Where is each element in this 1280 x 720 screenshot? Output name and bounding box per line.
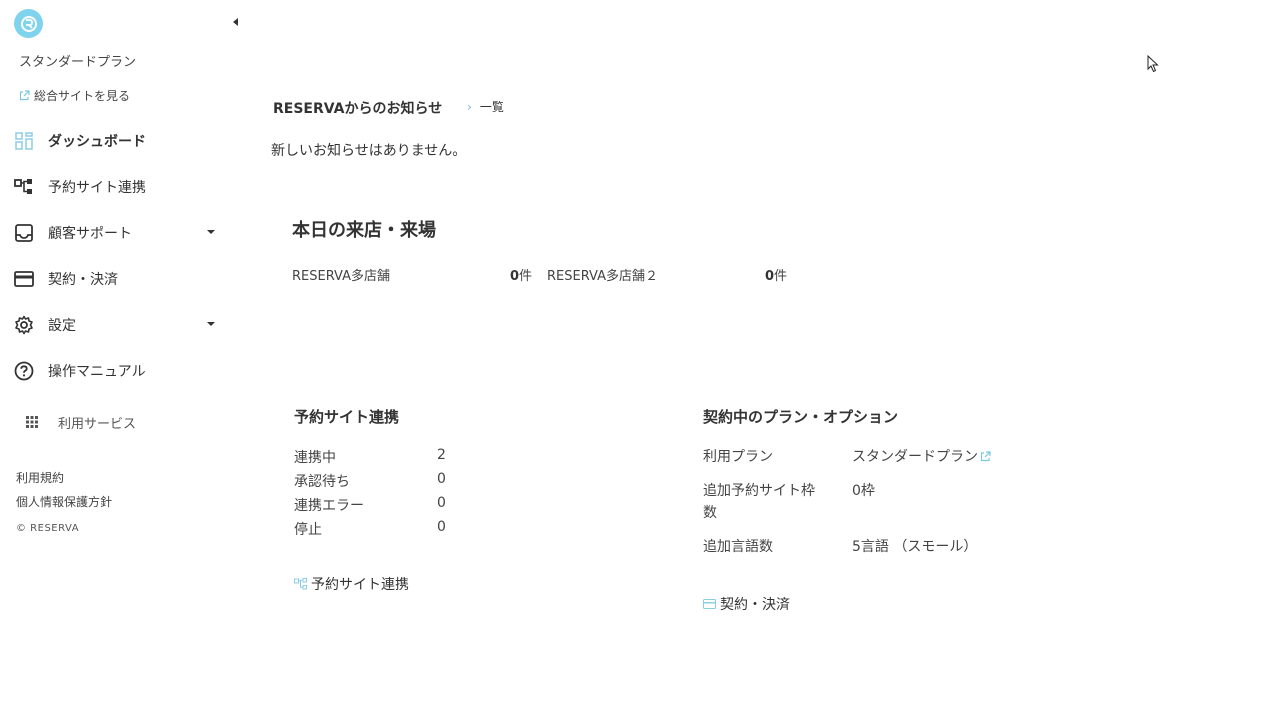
sidebar-item-label: 顧客サポート (48, 226, 132, 242)
extra-languages-label: 追加言語数 (703, 539, 773, 555)
sidebar-collapse-button[interactable] (231, 16, 241, 28)
external-link-icon (19, 90, 30, 101)
today-visits-title: 本日の来店・来場 (292, 220, 436, 241)
sidebar-nav: ダッシュボード 予約サイト連携 顧客サポート 契約・決済 設定 操作マニュアル (0, 118, 245, 394)
sidebar-item-dashboard[interactable]: ダッシュボード (0, 118, 245, 164)
mouse-cursor-icon (1147, 55, 1159, 73)
site-link-status-label: 連携エラー (294, 498, 364, 514)
chevron-right-icon: › (467, 99, 472, 114)
visit-count-unit: 件 (518, 269, 532, 284)
news-empty-message: 新しいお知らせはありません。 (271, 143, 467, 159)
site-link-status-label: 承認待ち (294, 474, 350, 490)
gear-icon (14, 315, 34, 335)
site-link-section-title: 予約サイト連携 (294, 408, 400, 426)
sidebar: スタンダードプラン 総合サイトを見る ダッシュボード 予約サイト連携 顧客サポー… (0, 0, 245, 720)
visit-store-row: RESERVA多店舗 0件 (292, 265, 532, 284)
extra-site-slots-label-line: 数 (703, 505, 717, 521)
news-list-link[interactable]: › 一覧 (467, 98, 504, 115)
sidebar-item-label: 契約・決済 (48, 272, 118, 288)
dashboard-icon (14, 131, 34, 151)
services-label: 利用サービス (58, 417, 137, 432)
extra-languages-value: 5言語 （スモール） (852, 539, 978, 555)
main-content: RESERVAからのお知らせ › 一覧 新しいお知らせはありません。 本日の来店… (245, 0, 1280, 720)
site-link-status-value: 0 (437, 471, 446, 487)
visit-store-row: RESERVA多店舗２ 0件 (547, 265, 787, 284)
privacy-policy-link[interactable]: 個人情報保護方針 (16, 493, 112, 510)
plan-value-link[interactable]: スタンダードプラン (852, 446, 991, 466)
visit-store-count: 0件 (492, 265, 532, 284)
credit-card-icon (14, 269, 34, 289)
sidebar-item-label: 設定 (48, 318, 76, 334)
extra-site-slots-value: 0枠 (852, 483, 875, 499)
chevron-down-icon (207, 322, 215, 326)
caret-left-icon (233, 18, 238, 26)
credit-card-icon (703, 599, 716, 609)
visit-store-name: RESERVA多店舗２ (547, 269, 658, 284)
view-main-site-label: 総合サイトを見る (34, 89, 131, 103)
site-link-status-label: 停止 (294, 522, 322, 538)
news-title: RESERVAからのお知らせ (273, 101, 443, 117)
visit-count-value: 0 (764, 269, 774, 284)
visit-store-name: RESERVA多店舗 (292, 269, 390, 284)
site-link-status-value: 2 (437, 447, 446, 463)
sidebar-item-label: 予約サイト連携 (48, 180, 146, 196)
chevron-down-icon (207, 230, 215, 234)
sitemap-icon (14, 177, 34, 197)
sidebar-item-label: 操作マニュアル (48, 364, 146, 380)
site-link-status-label: 連携中 (294, 450, 336, 466)
extra-site-slots-label: 追加予約サイト枠 数 (703, 480, 833, 524)
services-menu[interactable]: 利用サービス (26, 413, 136, 432)
visit-store-count: 0件 (747, 265, 787, 284)
external-link-icon (980, 450, 991, 461)
view-main-site-link[interactable]: 総合サイトを見る (19, 87, 130, 104)
reserva-logo-icon[interactable] (14, 9, 43, 38)
site-link-status-value: 0 (437, 519, 446, 535)
plan-label: 利用プラン (703, 449, 773, 465)
plan-section-title: 契約中のプラン・オプション (703, 408, 899, 426)
extra-site-slots-label-line: 追加予約サイト枠 (703, 483, 815, 499)
sidebar-item-customer-support[interactable]: 顧客サポート (0, 210, 245, 256)
contract-payment-action-link[interactable]: 契約・決済 (703, 594, 790, 614)
copyright: © RESERVA (16, 523, 80, 534)
plan-name: スタンダードプラン (19, 55, 137, 70)
sitemap-icon (294, 578, 307, 590)
site-link-action-label: 予約サイト連携 (311, 577, 409, 593)
sidebar-item-contract-payment[interactable]: 契約・決済 (0, 256, 245, 302)
app-root: スタンダードプラン 総合サイトを見る ダッシュボード 予約サイト連携 顧客サポー… (0, 0, 1280, 720)
site-link-action-link[interactable]: 予約サイト連携 (294, 574, 409, 594)
inbox-icon (14, 223, 34, 243)
plan-value: スタンダードプラン (852, 449, 978, 465)
help-circle-icon (14, 361, 34, 381)
apps-grid-icon (26, 415, 40, 430)
news-list-label: 一覧 (479, 100, 504, 114)
visit-count-value: 0 (509, 269, 519, 284)
site-link-status-value: 0 (437, 495, 446, 511)
sidebar-item-label: ダッシュボード (48, 134, 146, 150)
contract-payment-action-label: 契約・決済 (720, 597, 790, 613)
sidebar-item-settings[interactable]: 設定 (0, 302, 245, 348)
sidebar-item-manual[interactable]: 操作マニュアル (0, 348, 245, 394)
sidebar-item-site-link[interactable]: 予約サイト連携 (0, 164, 245, 210)
visit-count-unit: 件 (773, 269, 787, 284)
terms-link[interactable]: 利用規約 (16, 469, 64, 486)
